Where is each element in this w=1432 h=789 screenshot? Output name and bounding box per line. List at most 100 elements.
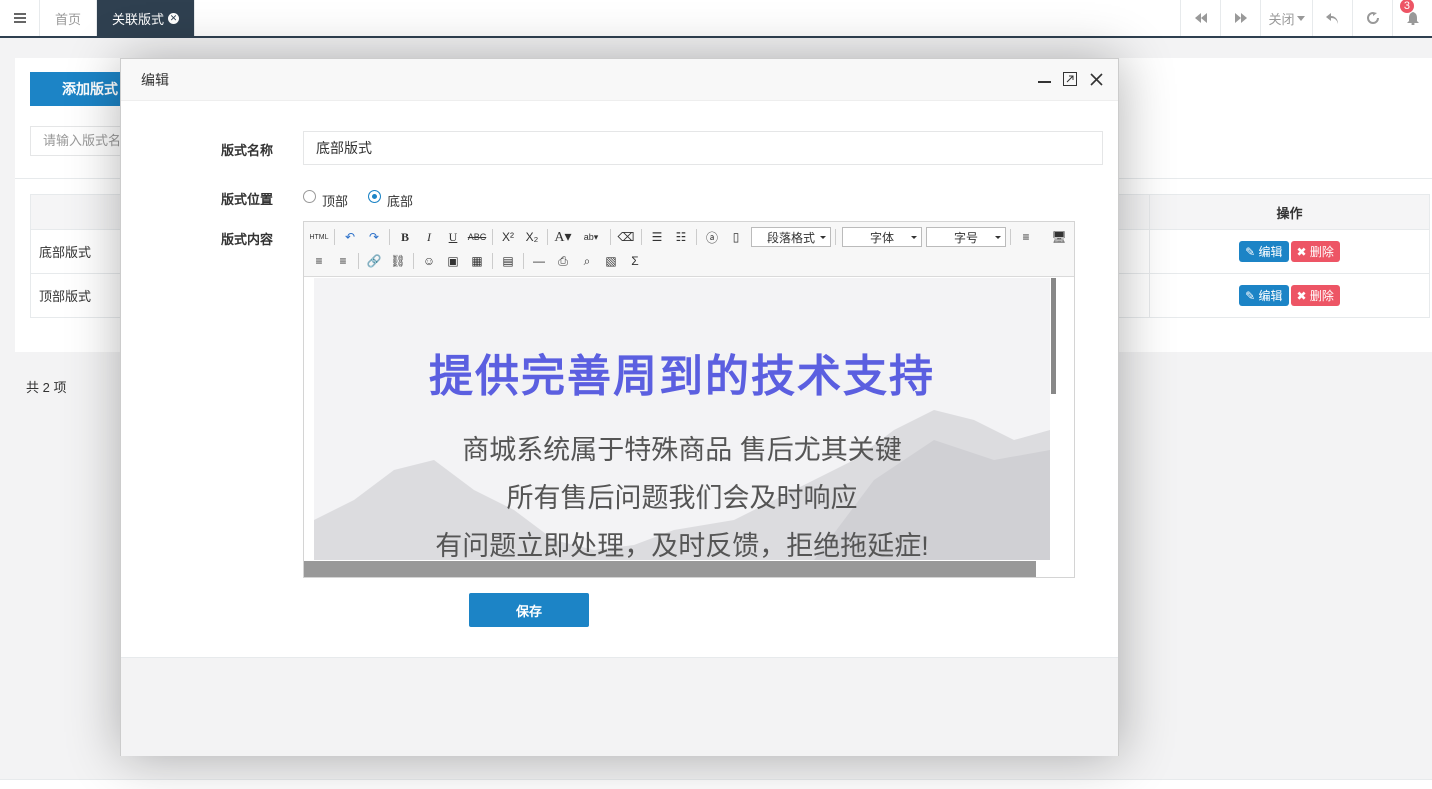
hamburger-icon[interactable]	[0, 0, 40, 36]
font-family-select[interactable]: 字体	[842, 227, 922, 247]
delete-button[interactable]: ✖ 删除	[1290, 241, 1340, 262]
page-footer	[0, 779, 1432, 789]
paragraph-format-label: 段落格式	[766, 230, 815, 245]
caret-down-icon	[1296, 15, 1305, 21]
minimize-icon[interactable]	[1036, 71, 1052, 87]
scroll-left-button[interactable]	[1180, 0, 1220, 36]
reply-icon	[1326, 12, 1338, 24]
radio-top-label: 顶部	[322, 194, 349, 209]
edit-label: 编辑	[1258, 289, 1283, 303]
page-break-icon[interactable]: ▯	[725, 227, 747, 247]
content-line: 商城系统属于特殊商品 售后尤其关键	[462, 435, 902, 465]
bold-icon[interactable]: B	[394, 227, 416, 247]
italic-icon[interactable]: I	[418, 227, 440, 247]
underline-icon[interactable]: U	[442, 227, 464, 247]
table-header-name	[30, 194, 122, 230]
maximize-icon[interactable]	[1062, 71, 1078, 87]
back-button[interactable]	[1312, 0, 1352, 36]
refresh-icon	[1366, 12, 1379, 24]
font-family-label: 字体	[869, 230, 894, 245]
notification-button[interactable]: 3	[1392, 0, 1432, 36]
align-right-icon[interactable]: ≡	[332, 251, 354, 271]
forward-icon	[1234, 13, 1247, 23]
paste-icon[interactable]: ▧	[600, 251, 622, 271]
edit-label: 编辑	[1258, 245, 1283, 259]
edit-modal: 编辑 版式名称 底部版式 版式位置 顶部 底部 版式内容 HTML ↶ ↷ B …	[120, 58, 1119, 756]
font-size-label: 字号	[953, 230, 978, 245]
scroll-right-button[interactable]	[1220, 0, 1260, 36]
radio-top[interactable]: 顶部	[303, 183, 348, 210]
template-icon[interactable]: ▤	[497, 251, 519, 271]
tab-home-label: 首页	[55, 11, 82, 27]
link-icon[interactable]: 🔗	[363, 251, 385, 271]
editor-toolbar: HTML ↶ ↷ B I U ABC X² X₂ A▾ ab▾ ⌫ ☰ ☷ ⓐ …	[304, 222, 1074, 277]
radio-bottom[interactable]: 底部	[368, 183, 413, 210]
strikethrough-icon[interactable]: ABC	[466, 227, 488, 247]
image-icon[interactable]: ▣	[442, 251, 464, 271]
font-color-icon[interactable]: A▾	[552, 227, 574, 247]
delete-button[interactable]: ✖ 删除	[1290, 285, 1340, 306]
content-label: 版式内容	[221, 232, 274, 247]
tab-layout[interactable]: 关联版式 ✕	[97, 0, 196, 36]
unordered-list-icon[interactable]: ☷	[670, 227, 692, 247]
html-source-icon[interactable]: HTML	[308, 227, 330, 247]
refresh-button[interactable]	[1352, 0, 1392, 36]
table-cell-name: 底部版式	[30, 229, 122, 274]
radio-top-circle[interactable]	[303, 190, 316, 203]
anchor-icon[interactable]: ⓐ	[701, 227, 723, 247]
unlink-icon[interactable]: ⛓	[387, 251, 409, 271]
rich-text-editor: HTML ↶ ↷ B I U ABC X² X₂ A▾ ab▾ ⌫ ☰ ☷ ⓐ …	[303, 221, 1075, 578]
eraser-icon[interactable]: ⌫	[615, 227, 637, 247]
align-center-icon[interactable]: ≡	[308, 251, 330, 271]
edit-button[interactable]: ✎ 编辑	[1239, 285, 1289, 306]
video-icon[interactable]: ▦	[466, 251, 488, 271]
name-input[interactable]: 底部版式	[303, 131, 1103, 165]
paragraph-format-select[interactable]: 段落格式	[751, 227, 831, 247]
content-line: 所有售后问题我们会及时响应	[506, 483, 858, 513]
tab-close-icon[interactable]: ✕	[168, 12, 180, 24]
pagination-total: 共 2 项	[26, 380, 67, 395]
bell-icon	[1406, 11, 1419, 25]
add-layout-button[interactable]: 添加版式	[30, 72, 130, 106]
delete-label: 删除	[1309, 245, 1334, 259]
emoji-icon[interactable]: ☺	[418, 251, 440, 271]
fullscreen-icon[interactable]: 🖥	[1048, 227, 1070, 247]
highlight-color-icon[interactable]: ab▾	[576, 227, 606, 247]
formula-icon[interactable]: Σ	[624, 251, 646, 271]
preview-icon[interactable]: ⌕	[576, 251, 598, 271]
editor-content-area[interactable]: 提供完善周到的技术支持 商城系统属于特殊商品 售后尤其关键 所有售后问题我们会及…	[314, 278, 1050, 560]
top-navbar: 首页 关联版式 ✕ 关闭 3	[0, 0, 1432, 38]
search-input[interactable]: 请输入版式名	[30, 126, 130, 156]
position-label: 版式位置	[221, 192, 274, 207]
name-label: 版式名称	[221, 143, 274, 158]
tab-layout-label: 关联版式	[112, 11, 165, 27]
vertical-scrollbar[interactable]	[1051, 278, 1056, 394]
modal-header: 编辑	[121, 59, 1118, 101]
content-heading: 提供完善周到的技术支持	[429, 352, 935, 401]
radio-bottom-circle[interactable]	[368, 190, 381, 203]
tab-home[interactable]: 首页	[40, 0, 98, 36]
backward-icon	[1194, 13, 1207, 23]
redo-icon[interactable]: ↷	[363, 227, 385, 247]
table-cell-name: 顶部版式	[30, 273, 122, 318]
horizontal-scrollbar[interactable]	[304, 561, 1036, 577]
table-cell-ops: ✎ 编辑 ✖ 删除	[1149, 273, 1430, 318]
ordered-list-icon[interactable]: ☰	[646, 227, 668, 247]
align-left-icon[interactable]: ≡	[1015, 227, 1037, 247]
table-cell-ops: ✎ 编辑 ✖ 删除	[1149, 229, 1430, 274]
font-size-select[interactable]: 字号	[926, 227, 1006, 247]
close-icon[interactable]	[1088, 71, 1104, 87]
close-tabs-dropdown[interactable]: 关闭	[1260, 0, 1312, 36]
save-button[interactable]: 保存	[469, 593, 589, 627]
radio-bottom-label: 底部	[387, 194, 414, 209]
close-tabs-label: 关闭	[1268, 11, 1295, 27]
edit-button[interactable]: ✎ 编辑	[1239, 241, 1289, 262]
print-icon[interactable]: ⎙	[552, 251, 574, 271]
modal-title: 编辑	[141, 71, 169, 88]
subscript-icon[interactable]: X₂	[521, 227, 543, 247]
horizontal-rule-icon[interactable]: —	[528, 251, 550, 271]
content-line: 有问题立即处理，及时反馈，拒绝拖延症!	[435, 531, 929, 560]
superscript-icon[interactable]: X²	[497, 227, 519, 247]
undo-icon[interactable]: ↶	[339, 227, 361, 247]
delete-label: 删除	[1309, 289, 1334, 303]
